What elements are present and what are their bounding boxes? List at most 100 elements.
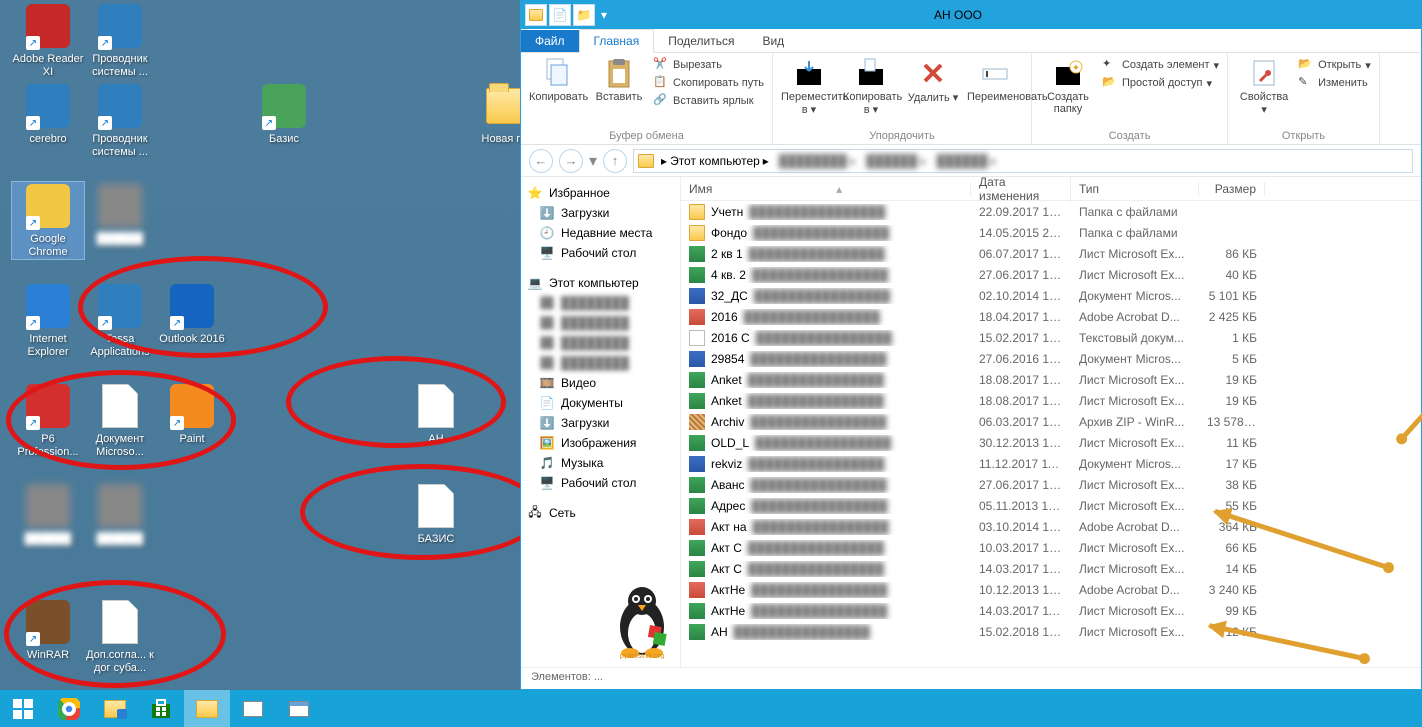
desktop-icon[interactable]: ↗Adobe Reader XI <box>12 2 84 79</box>
desktop-icon[interactable]: ██████ <box>84 482 156 546</box>
table-row[interactable]: Аванс████████████████27.06.2017 17:20Лис… <box>681 474 1421 495</box>
ribbon-newfolder[interactable]: ✦Создать папку <box>1040 57 1096 115</box>
taskbar-blank-icon[interactable] <box>230 690 276 727</box>
nav-favorites[interactable]: ⭐Избранное <box>521 183 680 203</box>
taskbar-window-icon[interactable] <box>276 690 322 727</box>
desktop-icon[interactable]: ↗Outlook 2016 <box>156 282 228 346</box>
qat-properties-icon[interactable]: 📄 <box>549 4 571 26</box>
ribbon-open[interactable]: 📂Открыть ▾ <box>1298 57 1371 73</box>
nav-downloads2[interactable]: ⬇️Загрузки <box>521 413 680 433</box>
table-row[interactable]: Адрес████████████████05.11.2013 12:31Лис… <box>681 495 1421 516</box>
table-row[interactable]: 4 кв. 2████████████████27.06.2017 17:20Л… <box>681 264 1421 285</box>
table-row[interactable]: 29854████████████████27.06.2016 12:21Док… <box>681 348 1421 369</box>
nav-downloads[interactable]: ⬇️Загрузки <box>521 203 680 223</box>
tab-file[interactable]: Файл <box>521 30 579 52</box>
nav-desktop[interactable]: 🖥️Рабочий стол <box>521 243 680 263</box>
table-row[interactable]: OLD_L████████████████30.12.2013 13:51Лис… <box>681 432 1421 453</box>
table-row[interactable]: Anket████████████████18.08.2017 16:34Лис… <box>681 369 1421 390</box>
nav-history-icon[interactable]: ▾ <box>589 151 597 171</box>
col-size[interactable]: Размер <box>1199 182 1265 196</box>
nav-pictures[interactable]: 🖼️Изображения <box>521 433 680 453</box>
start-button[interactable] <box>0 690 46 727</box>
col-date[interactable]: Дата изменения <box>971 177 1071 203</box>
desktop-icon[interactable]: ↗Базис <box>248 82 320 146</box>
desktop[interactable]: ↗Adobe Reader XI↗Проводник системы ...↗c… <box>0 0 520 690</box>
desktop-icon[interactable]: ↗Internet Explorer <box>12 282 84 359</box>
nav-music[interactable]: 🎵Музыка <box>521 453 680 473</box>
table-row[interactable]: Archiv████████████████06.03.2017 16:06Ар… <box>681 411 1421 432</box>
breadcrumb-seg-blur[interactable]: ██████ ▸ <box>934 154 1000 168</box>
desktop-icon[interactable]: ↗Google Chrome <box>12 182 84 259</box>
desktop-icon[interactable]: Доп.согла... к дог суба... <box>84 598 156 675</box>
ribbon-newitem[interactable]: ✦Создать элемент ▾ <box>1102 57 1219 73</box>
desktop-icon[interactable]: ██████ <box>12 482 84 546</box>
desktop-icon[interactable]: ↗Paint <box>156 382 228 446</box>
taskbar-explorer-icon[interactable] <box>92 690 138 727</box>
table-row[interactable]: rekviz████████████████11.12.2017 11:32До… <box>681 453 1421 474</box>
desktop-icon[interactable]: БАЗИС <box>400 482 472 546</box>
table-row[interactable]: 2016████████████████18.04.2017 15:54Adob… <box>681 306 1421 327</box>
nav-documents[interactable]: 📄Документы <box>521 393 680 413</box>
tab-home[interactable]: Главная <box>579 29 655 53</box>
nav-up-icon[interactable]: ↑ <box>603 149 627 173</box>
nav-drive-blur[interactable]: 💽████████ <box>521 293 680 313</box>
table-row[interactable]: Anket████████████████18.08.2017 13:46Лис… <box>681 390 1421 411</box>
titlebar[interactable]: 📄 📁 ▾ АН ООО <box>521 1 1421 29</box>
tab-view[interactable]: Вид <box>748 30 798 52</box>
table-row[interactable]: 2 кв 1████████████████06.07.2017 17:57Ли… <box>681 243 1421 264</box>
desktop-icon[interactable]: Документ Microso... <box>84 382 156 459</box>
col-type[interactable]: Тип <box>1071 182 1199 196</box>
desktop-icon[interactable]: ██████ <box>84 182 156 246</box>
nav-drive-blur[interactable]: 💽████████ <box>521 353 680 373</box>
table-row[interactable]: АН████████████████15.02.2018 18:08Лист M… <box>681 621 1421 642</box>
taskbar-store-icon[interactable] <box>138 690 184 727</box>
tab-share[interactable]: Поделиться <box>654 30 748 52</box>
table-row[interactable]: 2016 С████████████████15.02.2017 18:50Те… <box>681 327 1421 348</box>
desktop-icon[interactable]: ↗Проводник системы ... <box>84 82 156 159</box>
ribbon-moveto[interactable]: Переместить в ▾ <box>781 57 837 116</box>
qat-newfolder-icon[interactable]: 📁 <box>573 4 595 26</box>
desktop-icon[interactable]: ↗Tessa Applications <box>84 282 156 359</box>
nav-network[interactable]: 🖧Сеть <box>521 503 680 523</box>
desktop-icon[interactable]: ↗cerebro <box>12 82 84 146</box>
table-row[interactable]: АктНе████████████████10.12.2013 16:09Ado… <box>681 579 1421 600</box>
nav-thispc[interactable]: 💻Этот компьютер <box>521 273 680 293</box>
breadcrumb[interactable]: ▸ Этот компьютер ▸ ████████ ▸ ██████ ▸ █… <box>633 149 1413 173</box>
table-row[interactable]: Учетн████████████████22.09.2017 13:51Пап… <box>681 201 1421 222</box>
table-row[interactable]: АктНе████████████████14.03.2017 11:14Лис… <box>681 600 1421 621</box>
ribbon-paste[interactable]: Вставить <box>591 57 647 103</box>
taskbar-chrome-icon[interactable] <box>46 690 92 727</box>
ribbon-copypath[interactable]: 📋Скопировать путь <box>653 75 764 91</box>
qat-dropdown-icon[interactable]: ▾ <box>597 8 611 22</box>
nav-pane[interactable]: ⭐Избранное ⬇️Загрузки 🕘Недавние места 🖥️… <box>521 177 681 667</box>
ribbon-easyaccess[interactable]: 📂Простой доступ ▾ <box>1102 75 1219 91</box>
desktop-icon[interactable]: ↗Проводник системы ... <box>84 2 156 79</box>
ribbon-rename[interactable]: Переименовать <box>967 57 1023 103</box>
nav-back-icon[interactable]: ← <box>529 149 553 173</box>
table-row[interactable]: 32_ДС████████████████02.10.2014 12:11Док… <box>681 285 1421 306</box>
desktop-icon[interactable]: АН <box>400 382 472 446</box>
qat-explorer-icon[interactable] <box>525 4 547 26</box>
nav-videos[interactable]: 🎞️Видео <box>521 373 680 393</box>
nav-forward-icon[interactable]: → <box>559 149 583 173</box>
breadcrumb-seg-blur[interactable]: ██████ ▸ <box>863 154 929 168</box>
ribbon-copyto[interactable]: Копировать в ▾ <box>843 57 899 116</box>
taskbar-explorer-active-icon[interactable] <box>184 690 230 727</box>
breadcrumb-seg-blur[interactable]: ████████ ▸ <box>776 154 859 168</box>
ribbon-copy[interactable]: Копировать <box>529 57 585 103</box>
ribbon-pastelink[interactable]: 🔗Вставить ярлык <box>653 93 764 109</box>
nav-desktop2[interactable]: 🖥️Рабочий стол <box>521 473 680 493</box>
ribbon-cut[interactable]: ✂️Вырезать <box>653 57 764 73</box>
ribbon-edit[interactable]: ✎Изменить <box>1298 75 1371 91</box>
ribbon-delete[interactable]: Удалить ▾ <box>905 57 961 104</box>
desktop-icon[interactable]: ↗WinRAR <box>12 598 84 662</box>
nav-drive-blur[interactable]: 💽████████ <box>521 333 680 353</box>
table-row[interactable]: Акт С████████████████14.03.2017 17:37Лис… <box>681 558 1421 579</box>
breadcrumb-root[interactable]: ▸ Этот компьютер ▸ <box>658 154 772 168</box>
table-row[interactable]: Акт на████████████████03.10.2014 12:14Ad… <box>681 516 1421 537</box>
nav-recent[interactable]: 🕘Недавние места <box>521 223 680 243</box>
desktop-icon[interactable]: ↗P6 Profession... <box>12 382 84 459</box>
ribbon-properties[interactable]: Свойства ▾ <box>1236 57 1292 116</box>
col-name[interactable]: Имя▴ <box>681 182 971 196</box>
nav-drive-blur[interactable]: 💽████████ <box>521 313 680 333</box>
